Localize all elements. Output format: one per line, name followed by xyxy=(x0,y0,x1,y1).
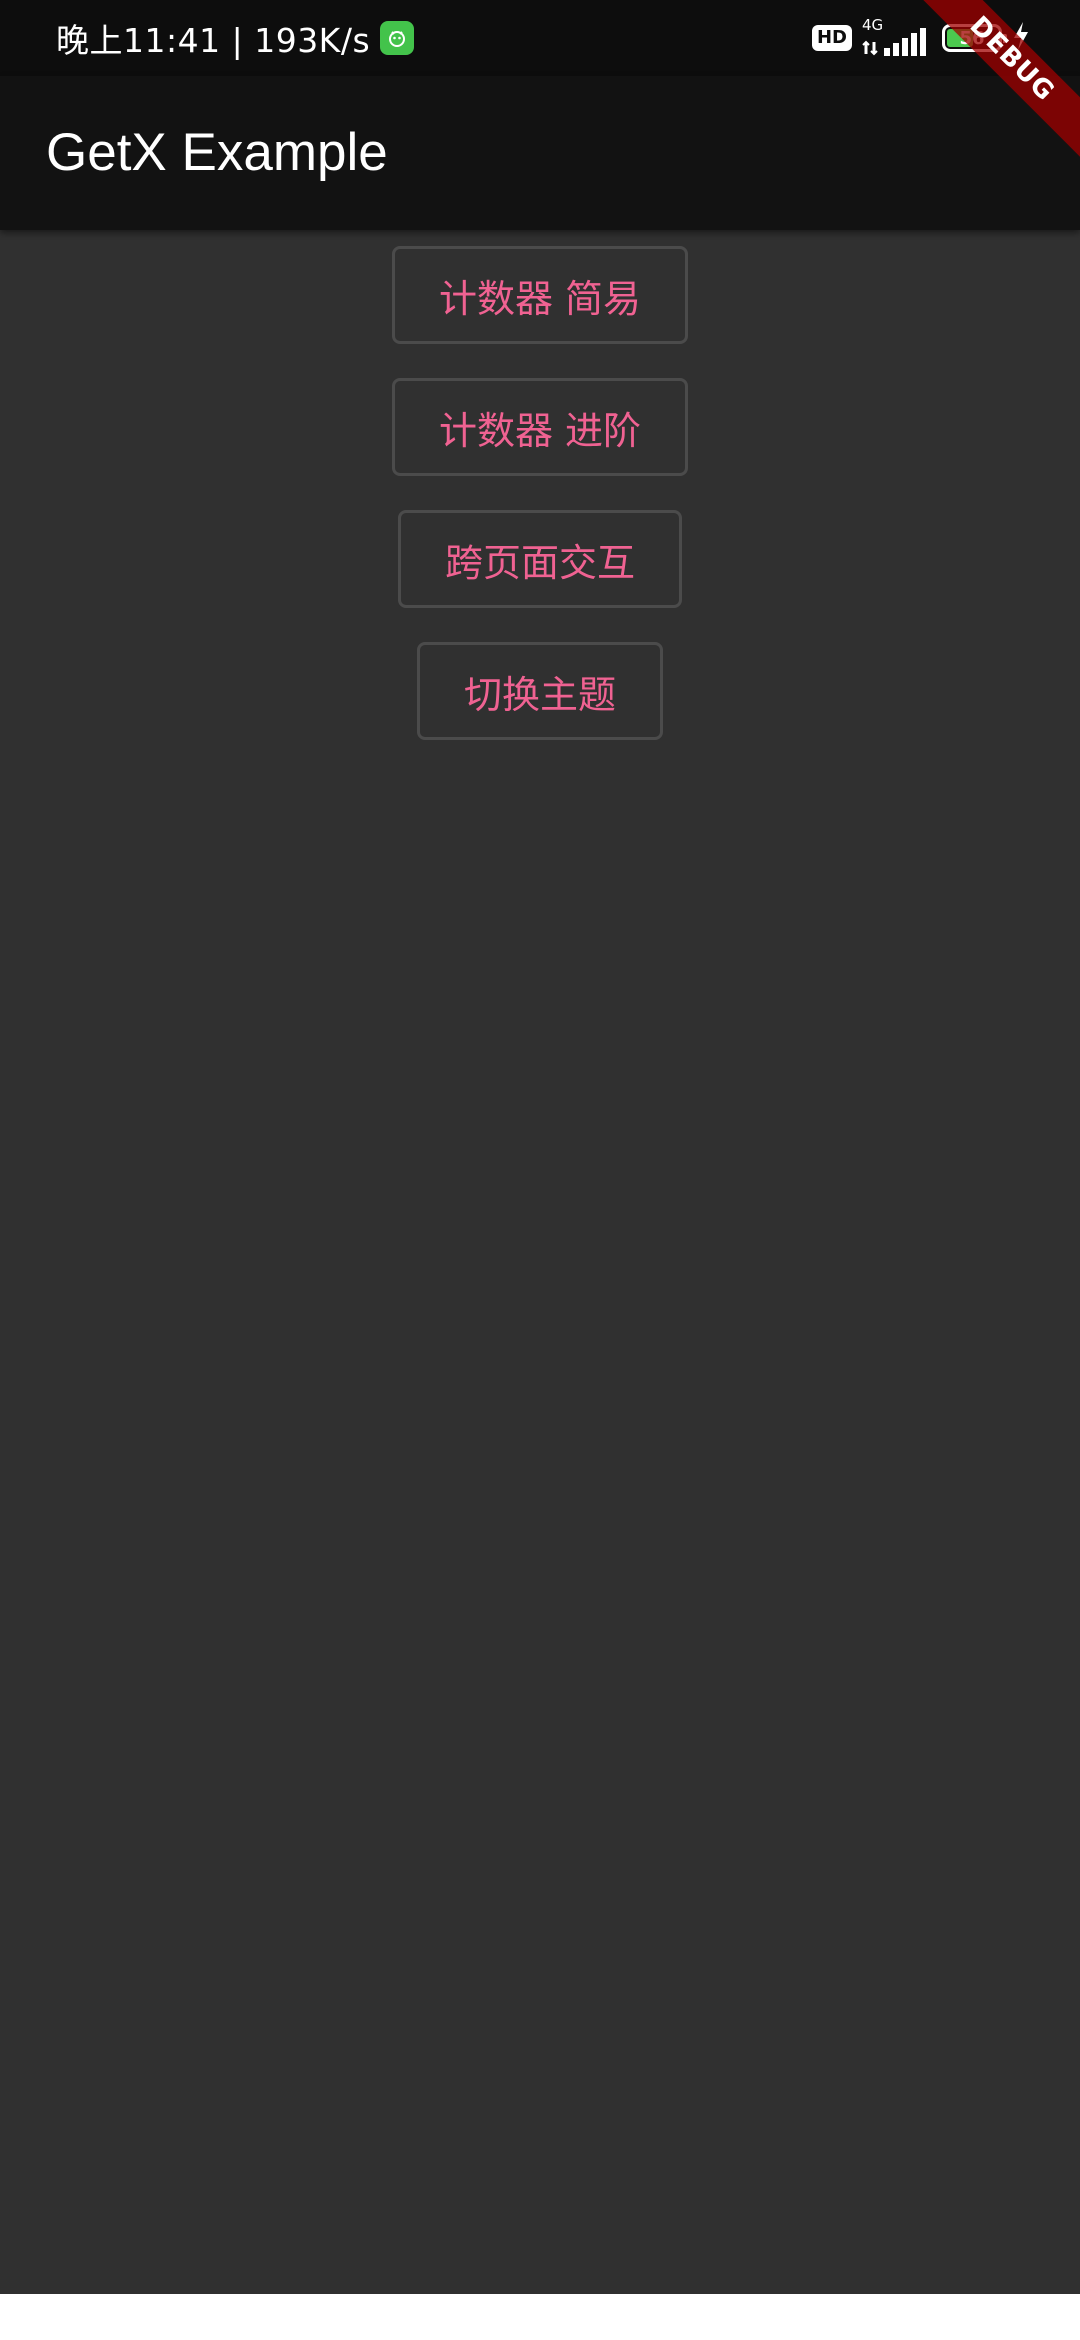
counter-advanced-button[interactable]: 计数器 进阶 xyxy=(391,378,689,476)
hd-badge: HD xyxy=(811,25,852,51)
charging-icon xyxy=(1012,21,1030,55)
status-right: HD 4G 56 xyxy=(811,0,1030,76)
page-title: GetX Example xyxy=(46,123,388,182)
status-left: 晚上11:41 | 193K/s xyxy=(56,0,415,76)
app-notification-icon xyxy=(380,21,415,55)
button-list: 计数器 简易 计数器 进阶 跨页面交互 切换主题 xyxy=(0,246,1080,740)
status-time-speed: 晚上11:41 | 193K/s xyxy=(56,21,371,60)
navigation-bar xyxy=(0,2294,1080,2340)
app-bar: GetX Example xyxy=(0,76,1080,230)
counter-simple-button[interactable]: 计数器 简易 xyxy=(391,246,689,344)
battery-level: 56 xyxy=(959,27,985,49)
app-screen: 晚上11:41 | 193K/s HD 4G 56 GetX Example 计… xyxy=(0,0,1080,2340)
battery-tip xyxy=(1003,34,1007,43)
signal-icon: 4G xyxy=(862,16,932,58)
status-bar: 晚上11:41 | 193K/s HD 4G 56 xyxy=(0,0,1080,76)
cross-page-interaction-button[interactable]: 跨页面交互 xyxy=(397,510,682,608)
battery-icon: 56 xyxy=(942,24,1007,52)
switch-theme-button[interactable]: 切换主题 xyxy=(416,642,663,740)
